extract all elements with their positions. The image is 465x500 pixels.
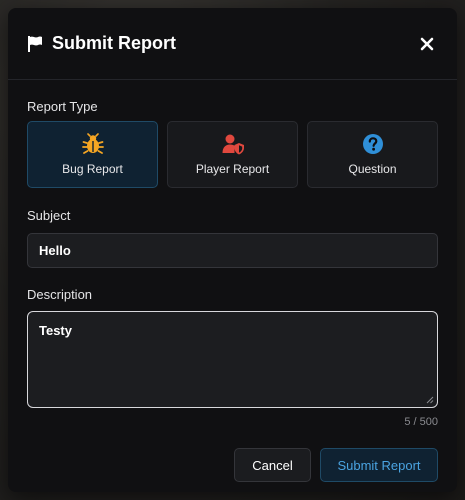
submit-report-modal: Submit Report Report Type Bug Report Pla…: [8, 8, 457, 492]
report-type-question[interactable]: Question: [307, 121, 438, 188]
close-button[interactable]: [415, 32, 439, 56]
bug-icon: [81, 133, 104, 154]
resize-grip-icon[interactable]: [426, 396, 434, 404]
report-type-player-label: Player Report: [195, 162, 270, 176]
description-text: Testy: [39, 323, 72, 338]
character-counter: 5 / 500: [404, 416, 438, 428]
subject-label: Subject: [27, 208, 71, 223]
subject-input[interactable]: Hello: [27, 233, 438, 268]
report-type-question-label: Question: [348, 162, 397, 176]
modal-title: Submit Report: [52, 33, 176, 53]
user-shield-icon: [222, 134, 244, 155]
description-label: Description: [27, 287, 93, 302]
description-textarea[interactable]: Testy: [27, 311, 438, 408]
modal-header: Submit Report: [8, 8, 457, 80]
report-type-bug[interactable]: Bug Report: [27, 121, 158, 188]
cancel-button[interactable]: Cancel: [234, 448, 311, 482]
close-icon: [420, 37, 434, 50]
report-type-player[interactable]: Player Report: [167, 121, 298, 188]
report-type-label: Report Type: [27, 99, 98, 114]
submit-report-button[interactable]: Submit Report: [320, 448, 438, 482]
flag-icon: [26, 35, 44, 53]
modal-actions: Cancel Submit Report: [27, 448, 438, 482]
question-circle-icon: [362, 134, 383, 154]
report-type-options: Bug Report Player Report Question: [27, 121, 438, 188]
modal-content: Report Type Bug Report Player Report Que…: [8, 80, 457, 482]
report-type-bug-label: Bug Report: [62, 162, 123, 176]
